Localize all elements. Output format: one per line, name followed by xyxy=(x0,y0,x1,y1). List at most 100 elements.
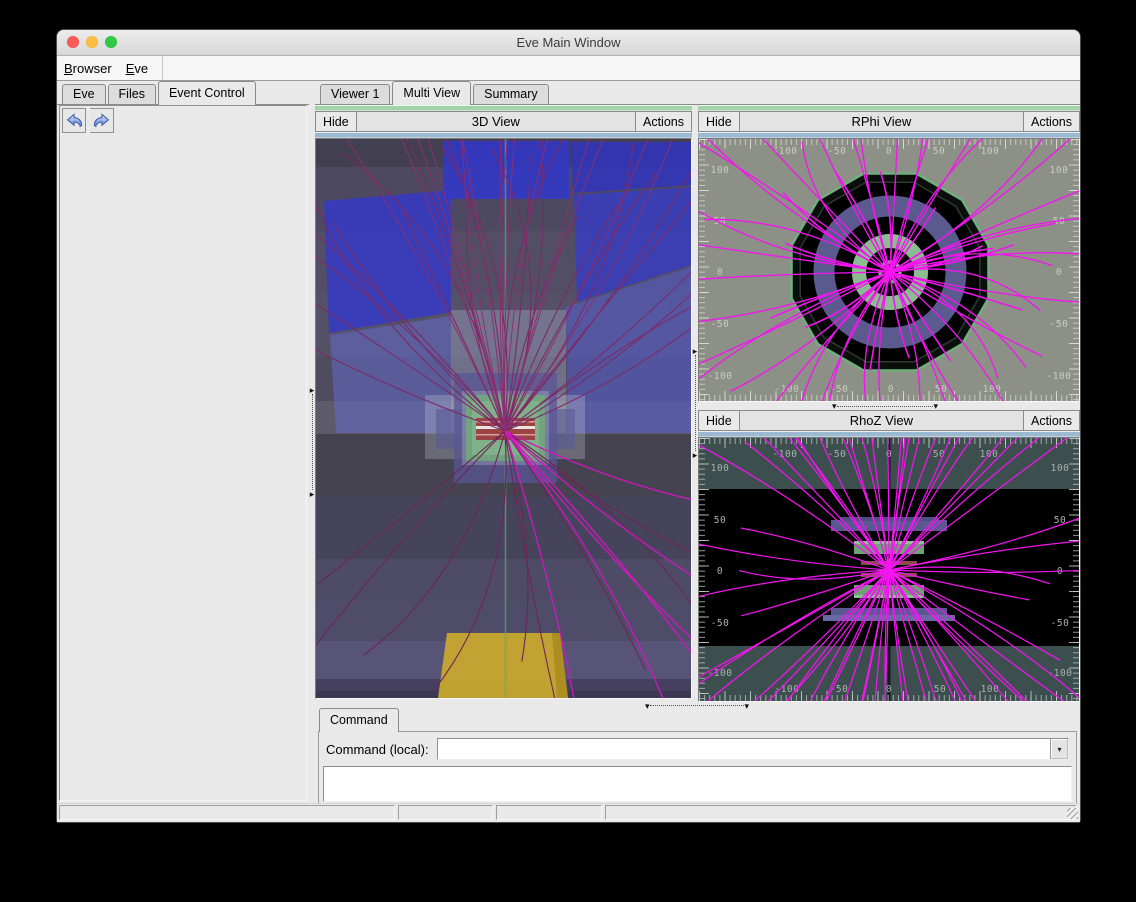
left-tabbar: Eve Files Event Control xyxy=(57,81,309,105)
tab-files[interactable]: Files xyxy=(108,84,156,104)
undo-arrow-icon xyxy=(65,111,84,131)
menubar-divider xyxy=(162,56,163,80)
content-area: Eve Files Event Control xyxy=(57,81,1080,803)
status-segment xyxy=(605,805,1077,820)
command-prompt-label: Command (local): xyxy=(326,742,429,757)
status-segment xyxy=(398,805,493,820)
svg-text:-100: -100 xyxy=(1047,371,1072,382)
hide-button[interactable]: Hide xyxy=(699,411,740,430)
tab-event-control[interactable]: Event Control xyxy=(158,81,256,105)
tab-multi-view[interactable]: Multi View xyxy=(392,81,471,105)
zoom-button[interactable] xyxy=(105,36,117,48)
rhoz-scene-canvas: -100 -50 0 50 100 -100 -50 0 50 100 xyxy=(699,438,1079,701)
menu-browser[interactable]: Browser xyxy=(64,61,112,76)
statusbar xyxy=(57,803,1080,822)
splitter-dots[interactable] xyxy=(695,355,696,451)
3d-scene-canvas xyxy=(316,139,691,698)
gl-viewport-3d[interactable] xyxy=(315,138,692,699)
svg-text:0: 0 xyxy=(888,384,894,395)
resize-grip[interactable] xyxy=(1067,808,1078,819)
svg-text:-50: -50 xyxy=(828,449,847,460)
combo-dropdown-button[interactable]: ▾ xyxy=(1050,739,1068,759)
svg-text:100: 100 xyxy=(981,146,1000,157)
splitter-arrow-icon[interactable]: ▸ xyxy=(693,451,698,459)
redo-arrow-icon xyxy=(92,111,111,131)
actions-button[interactable]: Actions xyxy=(635,112,691,131)
eve-main-window: Eve Main Window Browser Eve Eve Files Ev… xyxy=(57,30,1080,822)
svg-text:-100: -100 xyxy=(775,384,800,395)
viewer-tabbar: Viewer 1 Multi View Summary xyxy=(315,81,1080,105)
command-combobox: ▾ xyxy=(437,738,1069,760)
svg-text:-50: -50 xyxy=(711,319,730,330)
svg-text:-50: -50 xyxy=(1050,319,1069,330)
previous-event-button[interactable] xyxy=(62,108,86,133)
view-3d-header: Hide 3D View Actions xyxy=(315,111,692,132)
rphi-rhoz-splitter[interactable]: ▾ ▾ xyxy=(698,402,1080,410)
view-title: RhoZ View xyxy=(740,411,1023,430)
tab-command[interactable]: Command xyxy=(319,708,399,732)
svg-text:100: 100 xyxy=(1050,165,1069,176)
svg-text:50: 50 xyxy=(933,146,945,157)
view-rhoz-header: Hide RhoZ View Actions xyxy=(698,410,1080,431)
gl-viewport-rphi[interactable]: -100 -50 0 50 100 -100 -50 0 50 100 xyxy=(698,138,1080,402)
views-command-splitter[interactable]: ▾ ▾ xyxy=(315,702,1080,709)
view-title: 3D View xyxy=(357,112,635,131)
splitter-dots[interactable] xyxy=(650,705,745,706)
command-panel: Command Command (local): ▾ xyxy=(315,709,1080,803)
splitter-dots[interactable] xyxy=(837,406,934,407)
rphi-scene-canvas: -100 -50 0 50 100 -100 -50 0 50 100 xyxy=(699,139,1079,401)
window-title: Eve Main Window xyxy=(516,35,620,50)
main-area: Viewer 1 Multi View Summary Hide 3D View… xyxy=(315,81,1080,803)
splitter-arrow-icon[interactable]: ▾ xyxy=(933,402,938,410)
svg-text:50: 50 xyxy=(1054,515,1066,526)
left-panel: Eve Files Event Control xyxy=(57,81,309,803)
splitter-arrow-icon[interactable]: ▸ xyxy=(310,386,315,394)
dropdown-arrow-icon: ▾ xyxy=(1057,745,1061,754)
actions-button[interactable]: Actions xyxy=(1023,112,1079,131)
splitter-arrow-icon[interactable]: ▸ xyxy=(693,347,698,355)
svg-text:-100: -100 xyxy=(1048,668,1073,679)
svg-text:-100: -100 xyxy=(773,146,798,157)
svg-text:100: 100 xyxy=(711,165,730,176)
svg-text:50: 50 xyxy=(934,684,946,695)
tab-viewer-1[interactable]: Viewer 1 xyxy=(320,84,390,104)
command-frame: Command (local): ▾ xyxy=(318,731,1077,807)
right-view-column: Hide RPhi View Actions xyxy=(698,105,1080,702)
status-segment xyxy=(59,805,395,820)
splitter-dots[interactable] xyxy=(312,394,313,490)
splitter-arrow-icon[interactable]: ▾ xyxy=(744,702,749,710)
svg-text:100: 100 xyxy=(981,684,1000,695)
svg-text:0: 0 xyxy=(717,566,723,577)
svg-text:0: 0 xyxy=(1056,267,1062,278)
traffic-lights xyxy=(67,36,117,48)
svg-text:100: 100 xyxy=(1051,463,1070,474)
actions-button[interactable]: Actions xyxy=(1023,411,1079,430)
status-segment xyxy=(496,805,602,820)
tab-eve[interactable]: Eve xyxy=(62,84,106,104)
svg-text:0: 0 xyxy=(886,449,892,460)
titlebar[interactable]: Eve Main Window xyxy=(57,30,1080,56)
next-event-button[interactable] xyxy=(90,108,114,133)
command-output-box[interactable] xyxy=(323,766,1072,802)
gl-viewport-rhoz[interactable]: -100 -50 0 50 100 -100 -50 0 50 100 xyxy=(698,437,1080,702)
minimize-button[interactable] xyxy=(86,36,98,48)
svg-text:-50: -50 xyxy=(1051,618,1070,629)
view-rphi-header: Hide RPhi View Actions xyxy=(698,111,1080,132)
command-tabbar: Command xyxy=(315,709,1080,731)
tab-summary[interactable]: Summary xyxy=(473,84,548,104)
svg-text:-50: -50 xyxy=(828,146,847,157)
svg-text:0: 0 xyxy=(886,146,892,157)
command-input[interactable] xyxy=(438,739,1050,759)
view-3d: Hide 3D View Actions xyxy=(315,105,692,699)
hide-button[interactable]: Hide xyxy=(699,112,740,131)
event-control-panel xyxy=(59,105,307,801)
menubar: Browser Eve xyxy=(57,56,1080,81)
svg-text:0: 0 xyxy=(886,684,892,695)
splitter-arrow-icon[interactable]: ▸ xyxy=(310,490,315,498)
multi-view-area: Hide 3D View Actions xyxy=(315,105,1080,702)
menu-eve[interactable]: Eve xyxy=(126,61,148,76)
svg-text:-100: -100 xyxy=(708,371,733,382)
close-button[interactable] xyxy=(67,36,79,48)
screen: Eve Main Window Browser Eve Eve Files Ev… xyxy=(0,0,1136,902)
hide-button[interactable]: Hide xyxy=(316,112,357,131)
